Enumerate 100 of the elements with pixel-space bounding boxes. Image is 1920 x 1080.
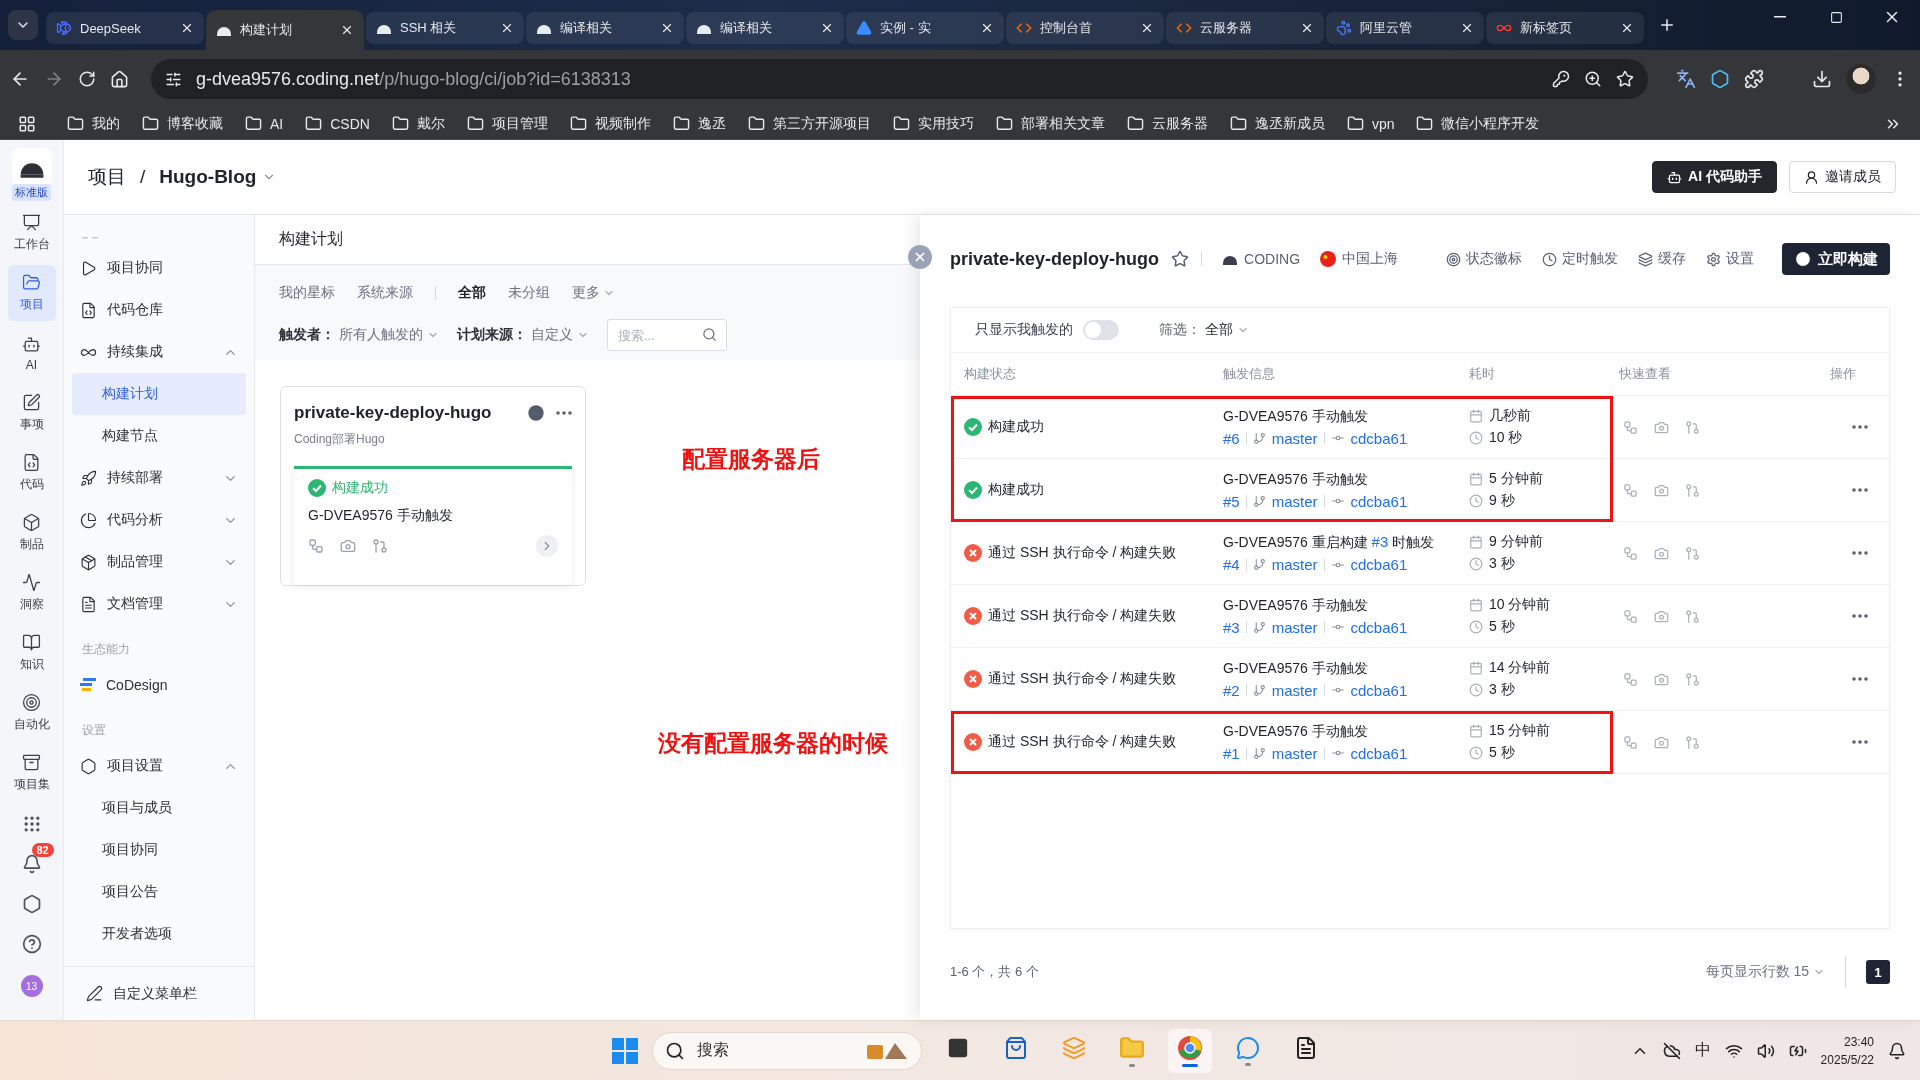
build-row[interactable]: 构建成功 G-DVEA9576 手动触发 #6 master cdcba61 几秒前 10 秒 bbox=[951, 396, 1889, 459]
build-number-link[interactable]: #4 bbox=[1223, 556, 1240, 573]
start-button[interactable] bbox=[612, 1037, 638, 1064]
toolbar-action[interactable]: 设置 bbox=[1706, 250, 1754, 268]
toolbar-action[interactable]: 状态徽标 bbox=[1446, 250, 1522, 268]
page-size-dropdown[interactable]: 每页显示行数 15 bbox=[1705, 963, 1825, 981]
bookmark[interactable]: 项目管理 bbox=[457, 112, 557, 135]
rail-item[interactable]: 自动化 bbox=[7, 685, 56, 741]
build-row[interactable]: 通过 SSH 执行命令 / 构建失败 G-DVEA9576 手动触发 #2 master cdcba61 14 分钟前 3 秒 bbox=[951, 648, 1889, 711]
rail-item[interactable]: 项目 bbox=[7, 265, 56, 321]
home-icon[interactable] bbox=[110, 69, 129, 89]
hexagon-icon[interactable] bbox=[1710, 69, 1730, 89]
close-icon[interactable] bbox=[180, 21, 194, 35]
input-method[interactable]: 中 bbox=[1694, 1040, 1711, 1061]
filter-dropdown[interactable]: 筛选： 全部 bbox=[1159, 321, 1249, 339]
build-number-link[interactable]: #5 bbox=[1223, 492, 1240, 510]
download-icon[interactable] bbox=[1812, 69, 1832, 89]
reload-icon[interactable] bbox=[78, 70, 96, 88]
bookmark-star-icon[interactable] bbox=[1616, 70, 1634, 88]
browser-tab[interactable]: 实例 - 实 bbox=[846, 12, 1004, 44]
breadcrumb-link[interactable]: 项目 bbox=[88, 164, 126, 190]
branch-link[interactable]: master bbox=[1271, 429, 1318, 447]
commit-link[interactable]: cdcba61 bbox=[1350, 429, 1408, 447]
toolbar-action[interactable]: 缓存 bbox=[1638, 250, 1686, 268]
commit-link[interactable]: cdcba61 bbox=[1350, 681, 1408, 699]
translate-icon[interactable] bbox=[1676, 69, 1696, 89]
browser-tab[interactable]: 控制台首 bbox=[1006, 12, 1164, 44]
branch-link[interactable]: master bbox=[1271, 681, 1318, 699]
close-icon[interactable] bbox=[1140, 21, 1154, 35]
extensions-icon[interactable] bbox=[1744, 69, 1764, 89]
sidebar-item[interactable]: CoDesign bbox=[72, 664, 246, 706]
rail-item[interactable]: 知识 bbox=[7, 625, 56, 681]
camera-icon[interactable] bbox=[340, 538, 356, 554]
close-icon[interactable] bbox=[1460, 21, 1474, 35]
filter-dropdown[interactable]: 计划来源： 自定义 bbox=[457, 326, 589, 344]
branch-link[interactable]: master bbox=[1271, 618, 1318, 636]
build-now-button[interactable]: 立即构建 bbox=[1782, 243, 1890, 275]
group-tab[interactable]: 未分组 bbox=[508, 284, 550, 302]
close-icon[interactable] bbox=[1300, 21, 1314, 35]
sidebar-subitem[interactable]: 构建计划 bbox=[72, 373, 246, 415]
search-field[interactable]: 搜索... bbox=[607, 319, 727, 351]
bookmark[interactable]: 实用技巧 bbox=[883, 112, 983, 135]
rail-item[interactable]: 洞察 bbox=[7, 565, 56, 621]
browser-tab[interactable]: 编译相关 bbox=[526, 12, 684, 44]
ai-assistant-button[interactable]: AI 代码助手 bbox=[1652, 161, 1777, 193]
build-link[interactable]: #3 bbox=[1371, 533, 1389, 550]
bell-icon[interactable] bbox=[1888, 1041, 1906, 1060]
more-button[interactable] bbox=[556, 411, 572, 415]
sidebar-subitem[interactable]: 开发者选项 bbox=[72, 913, 246, 955]
bookmark[interactable]: 视频制作 bbox=[560, 112, 660, 135]
site-settings-icon[interactable] bbox=[165, 70, 182, 88]
sidebar-item[interactable]: 代码仓库 bbox=[72, 289, 246, 331]
bookmark[interactable]: 戴尔 bbox=[382, 112, 454, 135]
close-icon[interactable] bbox=[820, 21, 834, 35]
bookmark[interactable]: 逸丞新成员 bbox=[1220, 112, 1334, 135]
sidebar-item[interactable]: 文档管理 bbox=[72, 583, 246, 625]
browser-tab[interactable]: DeepSeek bbox=[46, 12, 204, 44]
browser-tab[interactable]: SSH 相关 bbox=[366, 12, 524, 44]
browser-tab[interactable]: 构建计划 bbox=[206, 10, 364, 50]
profile-avatar[interactable] bbox=[1846, 64, 1876, 94]
commit-link[interactable]: cdcba61 bbox=[1350, 744, 1408, 762]
bookmark[interactable]: 微信小程序开发 bbox=[1407, 112, 1549, 135]
sidebar-subitem[interactable]: 项目与成员 bbox=[72, 787, 246, 829]
sidebar-item[interactable]: 制品管理 bbox=[72, 541, 246, 583]
sidebar-subitem[interactable]: 构建节点 bbox=[72, 415, 246, 457]
browser-tab[interactable]: 云服务器 bbox=[1166, 12, 1324, 44]
more-tab[interactable]: 更多 bbox=[572, 284, 615, 302]
close-icon[interactable] bbox=[660, 21, 674, 35]
rail-item[interactable]: 项目集 bbox=[7, 745, 56, 801]
bookmark[interactable]: vpn bbox=[1337, 113, 1404, 134]
build-number-link[interactable]: #2 bbox=[1223, 681, 1240, 699]
rail-item[interactable]: 事项 bbox=[7, 385, 56, 441]
user-avatar[interactable]: 13 bbox=[20, 975, 43, 997]
branch-link[interactable]: master bbox=[1271, 492, 1318, 510]
sidebar-item[interactable]: 项目协同 bbox=[72, 247, 246, 289]
volume-icon[interactable] bbox=[1756, 1041, 1775, 1060]
rail-item[interactable]: 制品 bbox=[7, 505, 56, 561]
commit-link[interactable]: cdcba61 bbox=[1350, 618, 1408, 636]
build-number-link[interactable]: #3 bbox=[1223, 618, 1240, 636]
commit-link[interactable]: cdcba61 bbox=[1350, 492, 1408, 510]
bookmark[interactable]: 博客收藏 bbox=[133, 112, 232, 135]
invite-button[interactable]: 邀请成员 bbox=[1789, 161, 1896, 193]
branch-link[interactable]: master bbox=[1271, 556, 1318, 573]
build-row[interactable]: 通过 SSH 执行命令 / 构建失败 G-DVEA9576 手动触发 #3 master cdcba61 10 分钟前 5 秒 bbox=[951, 585, 1889, 648]
clock[interactable]: 23:40 2025/5/22 bbox=[1820, 1032, 1874, 1069]
rail-item[interactable]: 代码 bbox=[7, 445, 56, 501]
cloud-off-icon[interactable] bbox=[1662, 1041, 1681, 1060]
sidebar-subitem[interactable]: 项目协同 bbox=[72, 829, 246, 871]
plan-card[interactable]: private-key-deploy-hugo Coding部署Hugo 构建成功 G-DVEA9576 手动触发 bbox=[280, 386, 586, 586]
browser-tab[interactable]: 新标签页 bbox=[1486, 12, 1644, 44]
bookmark[interactable]: AI bbox=[236, 113, 293, 134]
star-button[interactable] bbox=[1171, 250, 1190, 268]
branch-link[interactable]: master bbox=[1271, 744, 1318, 762]
build-number-link[interactable]: #6 bbox=[1223, 429, 1240, 447]
filter-tab[interactable]: 我的星标 bbox=[279, 284, 335, 302]
tab-list-button[interactable] bbox=[8, 10, 38, 40]
commit-link[interactable]: cdcba61 bbox=[1350, 556, 1408, 573]
toolbar-action[interactable]: 定时触发 bbox=[1542, 250, 1618, 268]
close-icon[interactable] bbox=[980, 21, 994, 35]
address-bar[interactable]: g-dvea9576.coding.net/p/hugo-blog/ci/job?id=6138313 bbox=[151, 59, 1648, 99]
